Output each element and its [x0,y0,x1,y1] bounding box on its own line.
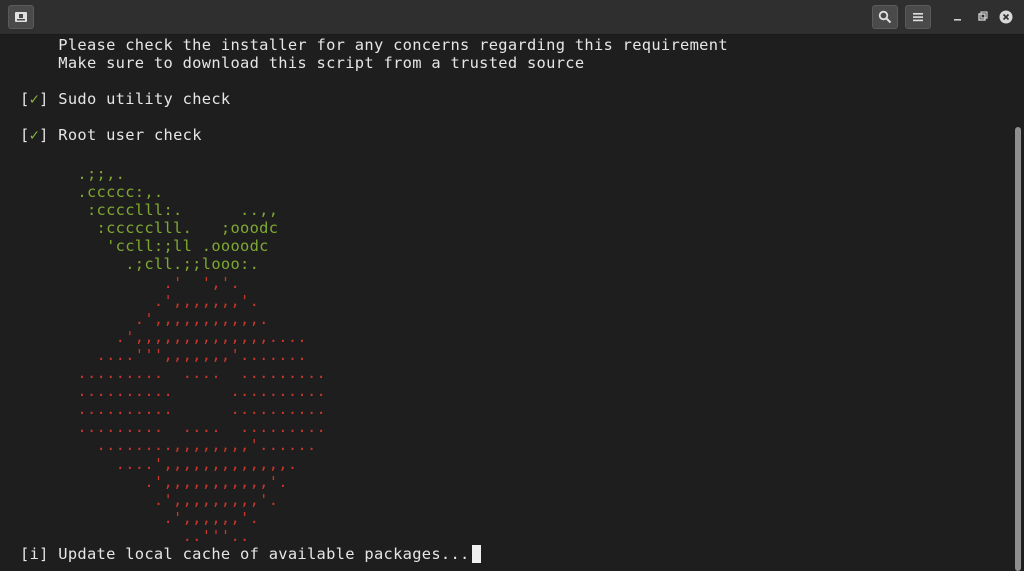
root-check-line: [✓] Root user check [20,126,202,144]
logo-line: ......... .... ......... [20,364,327,383]
logo-line: :cccclll:. ..,, [20,201,279,220]
hamburger-menu-icon [913,13,923,22]
sudo-check-line: [✓] Sudo utility check [20,90,230,108]
terminal-scrollbar[interactable] [1012,35,1024,571]
output-line-requirement-notice: Please check the installer for any conce… [20,36,728,54]
logo-line: ..'''.. [20,526,250,545]
logo-line: 'ccll:;ll .oooodc [20,237,269,256]
sudo-check-label: ] Sudo utility check [39,90,231,108]
status-line-update-cache: [i] Update local cache of available pack… [20,545,481,563]
logo-line: :ccccclll. ;ooodc [20,219,279,238]
bracket-open: [ [20,90,30,108]
logo-line: ......... .... ......... [20,418,327,437]
logo-line: .',,,,,,,,,,,'. [20,472,288,491]
logo-line: .......... .......... [20,400,327,419]
scrollbar-thumb[interactable] [1015,127,1021,571]
status-text: [i] Update local cache of available pack… [20,545,470,563]
bracket-open: [ [20,126,30,144]
logo-line: .;;,. [20,165,126,183]
check-icon: ✓ [29,90,40,108]
logo-line: .;cll.;;looo:. [20,255,260,274]
logo-line: .',,,,,,'. [20,508,260,527]
search-button[interactable] [872,5,898,29]
new-tab-button[interactable] [8,5,34,29]
distro-ascii-logo: .;;,. .ccccc:,. :cccclll:. ..,, :cccccll… [20,165,326,545]
restore-icon[interactable] [974,9,990,25]
logo-line: ........,,,,,,,,'...... [20,436,317,455]
text-cursor [471,545,481,563]
menu-button[interactable] [905,5,931,29]
output-line-trusted-source: Make sure to download this script from a… [20,54,585,72]
root-check-label: ] Root user check [39,126,202,144]
check-icon: ✓ [29,126,40,144]
logo-line: .......... .......... [20,382,327,401]
terminal-titlebar [0,0,1024,35]
logo-line: .',,,,,,,,,,,. [20,309,269,328]
logo-line: .',,,,,,,,,'. [20,490,279,509]
minimize-icon[interactable] [950,9,966,25]
close-icon[interactable] [998,9,1014,25]
logo-line: .',,,,,,,'. [20,291,260,310]
logo-line: .',,,,,,,,,,,,,,.... [20,327,307,346]
logo-line: ....''',,,,,,,'....... [20,345,307,364]
logo-line: ....',,,,,,,,,,,,,. [20,454,298,473]
logo-line: .ccccc:,. [20,183,164,202]
new-tab-icon [15,12,27,22]
logo-line: .' ','. [20,273,241,292]
terminal-output[interactable]: Please check the installer for any conce… [0,35,1012,571]
search-icon [878,10,892,24]
